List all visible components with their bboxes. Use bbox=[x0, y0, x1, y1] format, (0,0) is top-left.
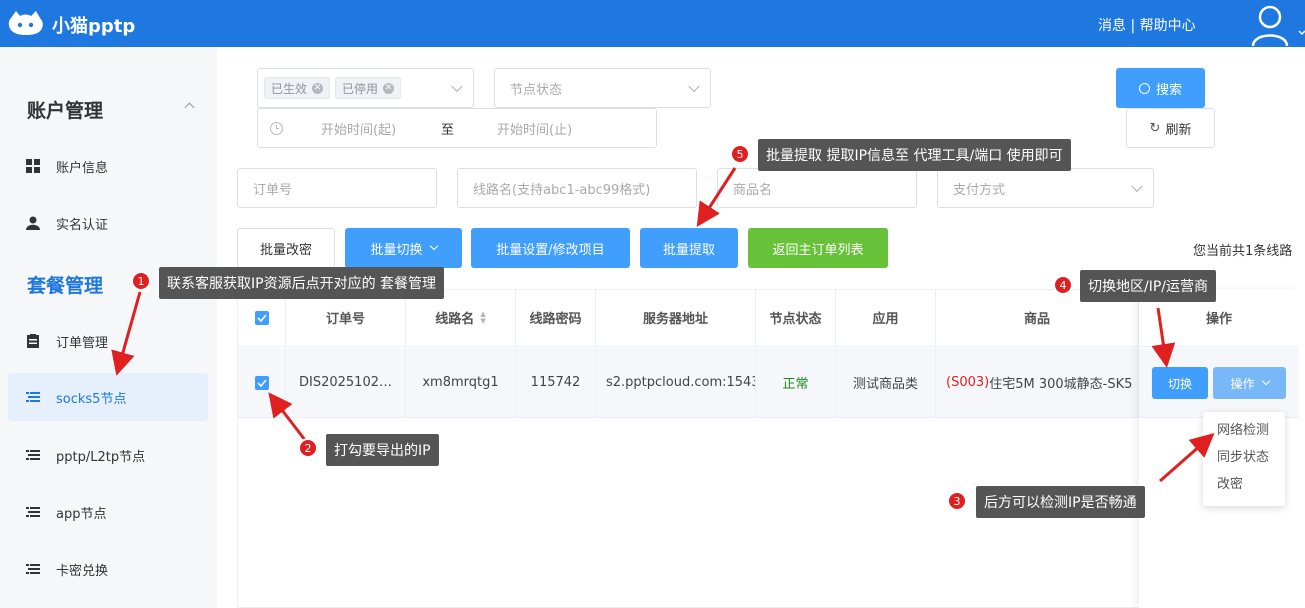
cell-app: 测试商品类 bbox=[836, 348, 936, 418]
cell-line-name: xm8mrqtg1 bbox=[406, 348, 516, 418]
list-icon bbox=[26, 505, 40, 519]
cell-password: 115742 bbox=[516, 348, 596, 418]
clock-icon bbox=[270, 121, 283, 135]
check-icon bbox=[256, 378, 267, 387]
sidebar-item-label: 卡密兑换 bbox=[56, 563, 109, 579]
annotation-badge-1: 1 bbox=[131, 271, 151, 291]
sidebar-item-label: socks5节点 bbox=[56, 391, 127, 407]
header-links: 消息 | 帮助中心 bbox=[1098, 15, 1196, 35]
line-name-input[interactable]: 线路名(支持abc1-abc99格式) bbox=[457, 168, 697, 208]
menu-item-change-password[interactable]: 改密 bbox=[1203, 474, 1285, 501]
batch-extract-button[interactable]: 批量提取 bbox=[640, 228, 738, 268]
sidebar-item-label: 账户信息 bbox=[56, 160, 109, 176]
select-all-checkbox[interactable] bbox=[254, 310, 269, 325]
actions-dropdown-menu: 网络检测 同步状态 改密 bbox=[1203, 412, 1285, 506]
switch-button[interactable]: 切换 bbox=[1152, 367, 1208, 399]
row-select-cell[interactable] bbox=[238, 348, 286, 418]
list-icon bbox=[26, 390, 40, 404]
sort-icon[interactable]: ▲ ▼ bbox=[480, 310, 485, 325]
annotation-tip-3: 后方可以检测IP是否畅通 bbox=[976, 486, 1145, 518]
sidebar-item-label: 订单管理 bbox=[56, 335, 109, 351]
top-header: 小猫pptp 消息 | 帮助中心 bbox=[0, 0, 1305, 47]
sidebar-item-real-name[interactable]: 实名认证 bbox=[8, 199, 208, 247]
close-icon[interactable]: ✕ bbox=[383, 82, 395, 94]
cell-order-no: DIS2025102… bbox=[286, 348, 406, 418]
list-icon bbox=[26, 562, 40, 576]
search-icon bbox=[1138, 82, 1150, 94]
sidebar-item-orders[interactable]: 订单管理 bbox=[8, 317, 208, 365]
clipboard-icon bbox=[26, 334, 40, 348]
logo-text: 小猫pptp bbox=[52, 16, 136, 37]
help-center-link[interactable]: 帮助中心 bbox=[1140, 18, 1196, 34]
actions-dropdown-button[interactable]: 操作 bbox=[1213, 367, 1286, 399]
user-avatar[interactable] bbox=[1250, 2, 1305, 51]
cell-node-status: 正常 bbox=[756, 348, 836, 418]
product-code: (S003) bbox=[946, 375, 990, 390]
status-multiselect[interactable]: 已生效 ✕ 已停用 ✕ bbox=[257, 68, 474, 108]
person-icon bbox=[26, 216, 40, 230]
cat-logo-icon bbox=[8, 9, 46, 41]
status-tag-active: 已生效 ✕ bbox=[264, 77, 331, 99]
col-header-password: 线路密码 bbox=[516, 289, 596, 347]
annotation-badge-5: 5 bbox=[730, 144, 750, 164]
status-tag-disabled: 已停用 ✕ bbox=[335, 77, 402, 99]
node-status-select[interactable]: 节点状态 bbox=[494, 68, 711, 108]
col-header-app: 应用 bbox=[836, 289, 936, 347]
user-icon bbox=[1251, 5, 1305, 47]
refresh-button[interactable]: ↻ 刷新 bbox=[1126, 108, 1215, 148]
sidebar-item-app[interactable]: app节点 bbox=[8, 488, 208, 536]
app-logo[interactable]: 小猫pptp bbox=[8, 9, 135, 41]
order-no-input[interactable]: 订单号 bbox=[237, 168, 437, 208]
list-icon bbox=[26, 448, 40, 462]
grid-icon bbox=[26, 159, 40, 173]
close-icon[interactable]: ✕ bbox=[312, 82, 324, 94]
col-header-server: 服务器地址 bbox=[596, 289, 756, 347]
product-name: 住宅5M 300城静态-SK5 bbox=[989, 377, 1133, 392]
annotation-tip-2: 打勾要导出的IP bbox=[326, 434, 439, 466]
batch-password-button[interactable]: 批量改密 bbox=[237, 228, 335, 268]
chevron-down-icon bbox=[429, 241, 438, 251]
sidebar-item-label: app节点 bbox=[56, 506, 107, 522]
chevron-down-icon bbox=[688, 80, 700, 93]
annotation-tip-4: 切换地区/IP/运营商 bbox=[1080, 270, 1217, 302]
col-header-node-status: 节点状态 bbox=[756, 289, 836, 347]
date-range-picker[interactable]: 开始时间(起) 至 开始时间(止) bbox=[257, 108, 657, 148]
annotation-tip-5: 批量提取 提取IP信息至 代理工具/端口 使用即可 bbox=[758, 139, 1071, 171]
sidebar-item-account-info[interactable]: 账户信息 bbox=[8, 142, 208, 190]
annotation-badge-3: 3 bbox=[947, 491, 967, 511]
annotation-badge-2: 2 bbox=[298, 438, 318, 458]
menu-item-network-check[interactable]: 网络检测 bbox=[1203, 420, 1285, 447]
product-name-input[interactable]: 商品名 bbox=[717, 168, 917, 208]
sidebar-item-pptp[interactable]: pptp/L2tp节点 bbox=[8, 431, 208, 479]
line-count-text: 您当前共1条线路 bbox=[1193, 244, 1293, 259]
header-separator: | bbox=[1130, 18, 1136, 34]
back-to-orders-button[interactable]: 返回主订单列表 bbox=[748, 228, 888, 268]
date-end-input[interactable]: 开始时间(止) bbox=[497, 119, 572, 138]
row-checkbox[interactable] bbox=[254, 375, 269, 390]
sidebar-group-account[interactable]: 账户管理 bbox=[27, 96, 103, 123]
cell-product: (S003) 住宅5M 300城静态-SK5 bbox=[936, 348, 1139, 418]
annotation-badge-4: 4 bbox=[1053, 275, 1073, 295]
sidebar-item-socks5[interactable]: socks5节点 bbox=[8, 373, 208, 421]
chevron-down-icon bbox=[1131, 180, 1143, 193]
sidebar-item-label: 实名认证 bbox=[56, 217, 109, 233]
cell-server: s2.pptpcloud.com:15432 bbox=[596, 348, 756, 418]
check-icon bbox=[256, 313, 267, 322]
annotation-tip-1: 联系客服获取IP资源后点开对应的 套餐管理 bbox=[159, 267, 445, 299]
batch-settings-button[interactable]: 批量设置/修改项目 bbox=[471, 228, 630, 268]
payment-method-select[interactable]: 支付方式 bbox=[937, 168, 1154, 208]
menu-item-sync-status[interactable]: 同步状态 bbox=[1203, 447, 1285, 474]
date-start-input[interactable]: 开始时间(起) bbox=[321, 119, 441, 138]
search-button[interactable]: 搜索 bbox=[1116, 68, 1205, 108]
batch-switch-button[interactable]: 批量切换 bbox=[345, 228, 462, 268]
message-link[interactable]: 消息 bbox=[1098, 18, 1126, 34]
sidebar-item-redeem[interactable]: 卡密兑换 bbox=[8, 545, 208, 593]
refresh-icon: ↻ bbox=[1149, 120, 1161, 136]
sidebar-group-package[interactable]: 套餐管理 bbox=[27, 271, 103, 298]
sidebar-item-label: pptp/L2tp节点 bbox=[56, 449, 146, 465]
date-to-label: 至 bbox=[441, 122, 455, 138]
chevron-down-icon bbox=[451, 80, 463, 93]
chevron-down-icon bbox=[1261, 376, 1270, 386]
